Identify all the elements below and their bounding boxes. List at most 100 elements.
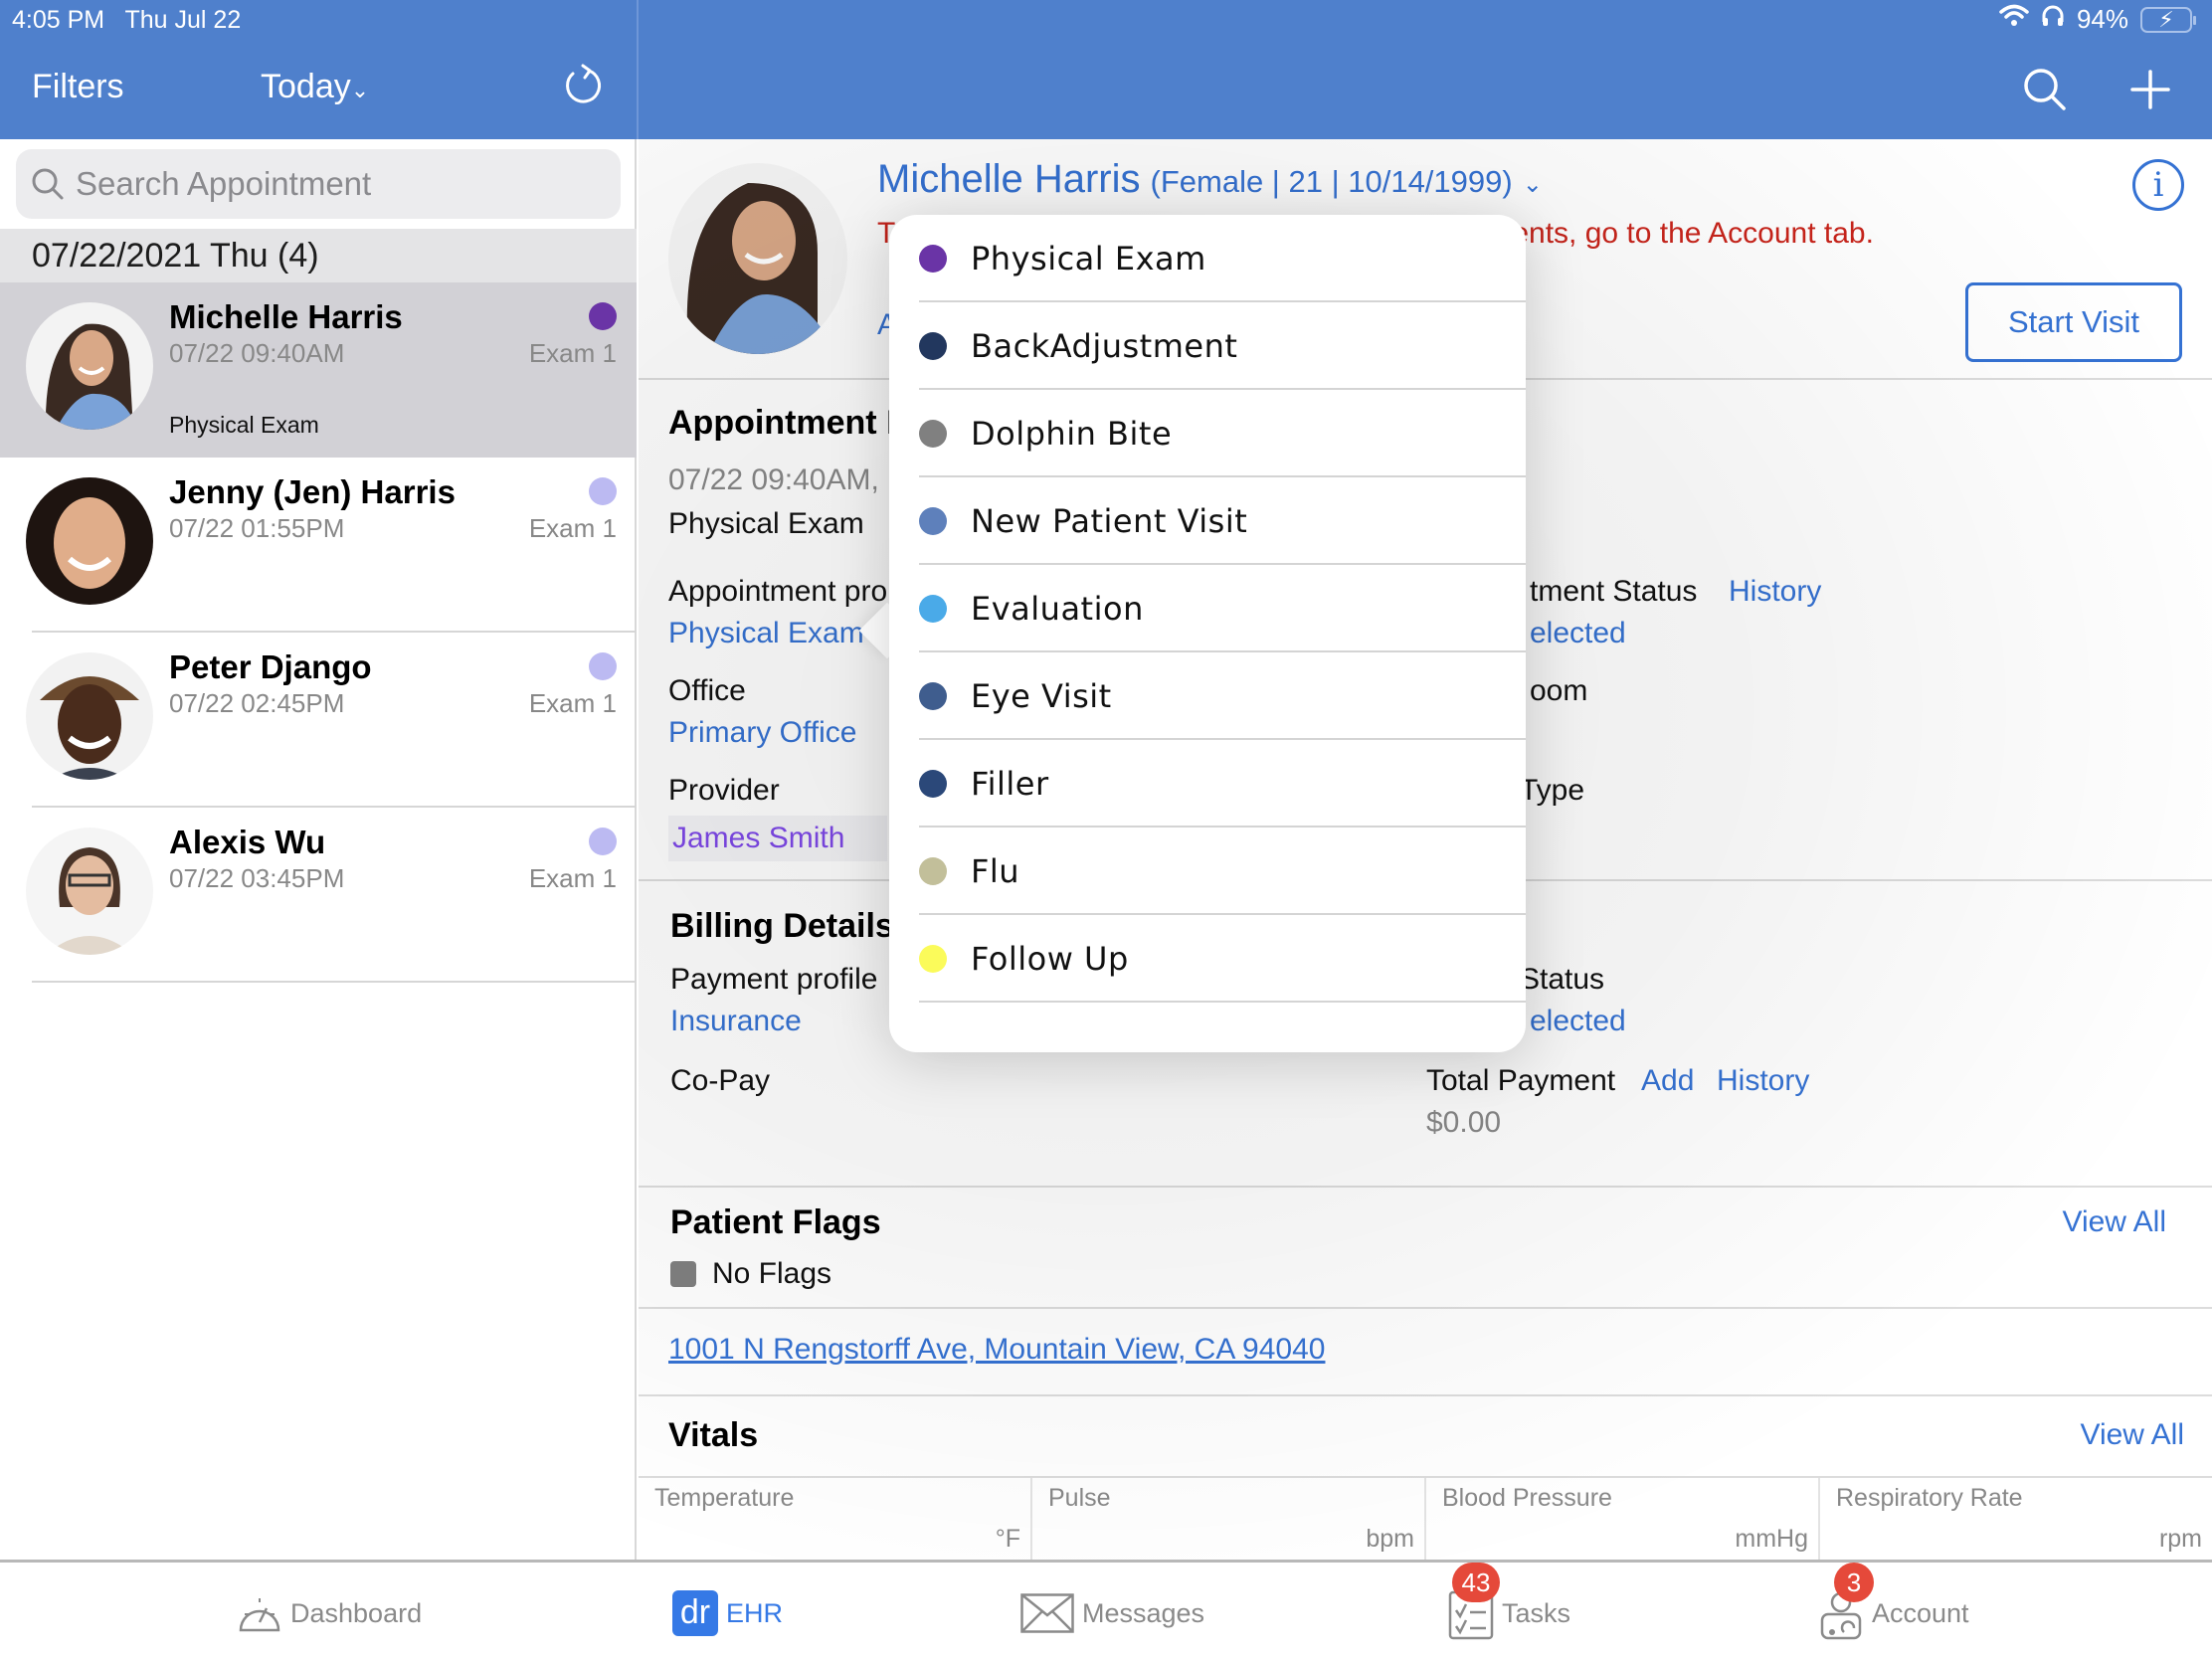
appointment-status-value[interactable]: elected bbox=[1530, 617, 1626, 650]
checklist-icon: 43 bbox=[1448, 1563, 1500, 1640]
reason-color-dot bbox=[919, 682, 947, 710]
reason-label: Flu bbox=[971, 852, 1020, 890]
tab-label: EHR bbox=[726, 1597, 784, 1628]
billing-status-value[interactable]: elected bbox=[1530, 1005, 1626, 1038]
patient-address-link[interactable]: 1001 N Rengstorff Ave, Mountain View, CA… bbox=[668, 1333, 1325, 1367]
info-icon[interactable]: i bbox=[2132, 159, 2184, 211]
refresh-icon[interactable] bbox=[559, 62, 607, 109]
vitals-title: Vitals bbox=[668, 1416, 759, 1454]
reason-label: Eye Visit bbox=[971, 677, 1112, 715]
vital-temperature[interactable]: Temperature °F bbox=[639, 1478, 1032, 1560]
appointment-list-item[interactable]: Jenny (Jen) Harris 07/22 01:55PM Exam 1 bbox=[0, 458, 637, 633]
search-appointment-input[interactable] bbox=[76, 165, 593, 203]
add-payment-link[interactable]: Add bbox=[1641, 1064, 1694, 1098]
appointment-list-item[interactable]: Peter Django 07/22 02:45PM Exam 1 bbox=[0, 633, 637, 808]
visit-reason-option[interactable]: Physical Exam bbox=[889, 215, 1526, 302]
battery-icon: ⚡ bbox=[2140, 6, 2196, 33]
reason-label: Followup Visit bbox=[971, 1048, 1196, 1052]
appointment-details-title: Appointment D bbox=[668, 404, 911, 442]
visit-reason-option[interactable]: Dolphin Bite bbox=[889, 390, 1526, 477]
patient-name: Jenny (Jen) Harris bbox=[169, 473, 456, 510]
avatar bbox=[26, 302, 153, 430]
clock: 4:05 PM bbox=[12, 6, 105, 34]
visit-reason-option[interactable]: Eye Visit bbox=[889, 652, 1526, 740]
appointment-profile-value[interactable]: Physical Exam bbox=[668, 617, 864, 650]
vital-pulse[interactable]: Pulse bpm bbox=[1032, 1478, 1426, 1560]
visit-reason-option[interactable]: BackAdjustment bbox=[889, 302, 1526, 390]
reason-color-dot bbox=[919, 332, 947, 360]
visit-reason-option[interactable]: Evaluation bbox=[889, 565, 1526, 652]
appointment-room: Exam 1 bbox=[528, 863, 617, 893]
date-range-dropdown[interactable]: Today⌄ bbox=[261, 68, 369, 106]
warning-text-end: ents, go to the Account tab. bbox=[1512, 217, 1874, 250]
appointment-profile-label: Appointment pro bbox=[668, 575, 888, 608]
section-divider bbox=[639, 1307, 2212, 1309]
status-bar-time: 4:05 PM Thu Jul 22 bbox=[12, 6, 241, 35]
vital-unit: mmHg bbox=[1735, 1525, 1808, 1553]
vital-blood-pressure[interactable]: Blood Pressure mmHg bbox=[1426, 1478, 1820, 1560]
exam-room-label: oom bbox=[1530, 674, 1588, 707]
reason-color-dot bbox=[919, 420, 947, 448]
tasks-badge: 43 bbox=[1452, 1563, 1500, 1602]
visit-reason-option[interactable]: Flu bbox=[889, 828, 1526, 915]
appointment-date-header: 07/22/2021 Thu (4) bbox=[0, 229, 637, 282]
visit-reason-option[interactable]: New Patient Visit bbox=[889, 477, 1526, 565]
appointment-list-item[interactable]: Michelle Harris 07/22 09:40AM Exam 1 Phy… bbox=[0, 282, 637, 458]
top-navigation-bar: 4:05 PM Thu Jul 22 94% ⚡ Filters Today⌄ bbox=[0, 0, 2212, 139]
vitals-grid: Temperature °F Pulse bpm Blood Pressure … bbox=[639, 1476, 2212, 1560]
flags-view-all-link[interactable]: View All bbox=[2062, 1205, 2166, 1239]
patient-header-dropdown[interactable]: Michelle Harris (Female | 21 | 10/14/199… bbox=[877, 157, 1543, 202]
avatar bbox=[26, 652, 153, 780]
visit-reason-option[interactable]: Follow Up bbox=[889, 915, 1526, 1003]
visit-reason-option[interactable]: Filler bbox=[889, 740, 1526, 828]
search-icon[interactable] bbox=[2021, 66, 2069, 113]
reason-label: Physical Exam bbox=[971, 240, 1206, 277]
date-range-label: Today bbox=[261, 68, 351, 105]
appointment-room: Exam 1 bbox=[528, 338, 617, 368]
tab-ehr[interactable]: dr EHR bbox=[672, 1590, 783, 1636]
appointment-datetime: 07/22 09:40AM, bbox=[668, 463, 879, 496]
reason-color-dot bbox=[919, 245, 947, 273]
tab-label: Tasks bbox=[1502, 1597, 1571, 1628]
reason-color-dot bbox=[919, 507, 947, 535]
tab-label: Dashboard bbox=[290, 1597, 423, 1628]
appointment-time: 07/22 09:40AM bbox=[169, 338, 345, 368]
reason-label: Dolphin Bite bbox=[971, 415, 1173, 453]
vital-respiratory-rate[interactable]: Respiratory Rate rpm bbox=[1820, 1478, 2212, 1560]
tab-messages[interactable]: Messages bbox=[1020, 1590, 1204, 1636]
patient-flags-title: Patient Flags bbox=[670, 1203, 881, 1241]
tab-label: Account bbox=[1872, 1597, 1969, 1628]
start-visit-button[interactable]: Start Visit bbox=[1965, 282, 2182, 362]
bottom-tab-bar: Dashboard dr EHR Messages 43 Tasks 3 Acc… bbox=[0, 1560, 2212, 1659]
status-dot bbox=[589, 828, 617, 855]
vital-unit: °F bbox=[995, 1525, 1020, 1553]
office-value[interactable]: Primary Office bbox=[668, 716, 856, 750]
vitals-view-all-link[interactable]: View All bbox=[2080, 1418, 2184, 1452]
patient-name: Peter Django bbox=[169, 648, 372, 685]
tab-dashboard[interactable]: Dashboard bbox=[237, 1590, 422, 1636]
reason-color-dot bbox=[919, 595, 947, 623]
filters-button[interactable]: Filters bbox=[32, 68, 124, 106]
patient-demographics: (Female | 21 | 10/14/1999) bbox=[1150, 164, 1513, 199]
search-appointment-field[interactable] bbox=[16, 149, 621, 219]
payment-profile-label: Payment profile bbox=[670, 963, 878, 996]
patient-name: Alexis Wu bbox=[169, 824, 326, 860]
tab-account[interactable]: 3 Account bbox=[1818, 1563, 1969, 1640]
battery-percent: 94% bbox=[2076, 4, 2128, 34]
payment-profile-value[interactable]: Insurance bbox=[670, 1005, 802, 1038]
reason-color-dot bbox=[919, 770, 947, 798]
plus-icon[interactable] bbox=[2126, 66, 2174, 113]
tab-tasks[interactable]: 43 Tasks bbox=[1448, 1563, 1571, 1640]
appointment-status-history-link[interactable]: History bbox=[1729, 575, 1821, 609]
payment-history-link[interactable]: History bbox=[1717, 1064, 1809, 1098]
provider-value[interactable]: James Smith bbox=[668, 816, 887, 861]
tab-label: Messages bbox=[1082, 1597, 1205, 1628]
reason-label: Filler bbox=[971, 765, 1049, 803]
section-divider bbox=[639, 1186, 2212, 1188]
patient-photo bbox=[668, 163, 847, 354]
appointment-room: Exam 1 bbox=[528, 688, 617, 718]
visit-reason-option[interactable]: Followup Visit bbox=[889, 1003, 1526, 1052]
status-bar-indicators: 94% ⚡ bbox=[1999, 4, 2196, 35]
appointment-list-item[interactable]: Alexis Wu 07/22 03:45PM Exam 1 bbox=[0, 808, 637, 983]
reason-label: BackAdjustment bbox=[971, 327, 1238, 365]
